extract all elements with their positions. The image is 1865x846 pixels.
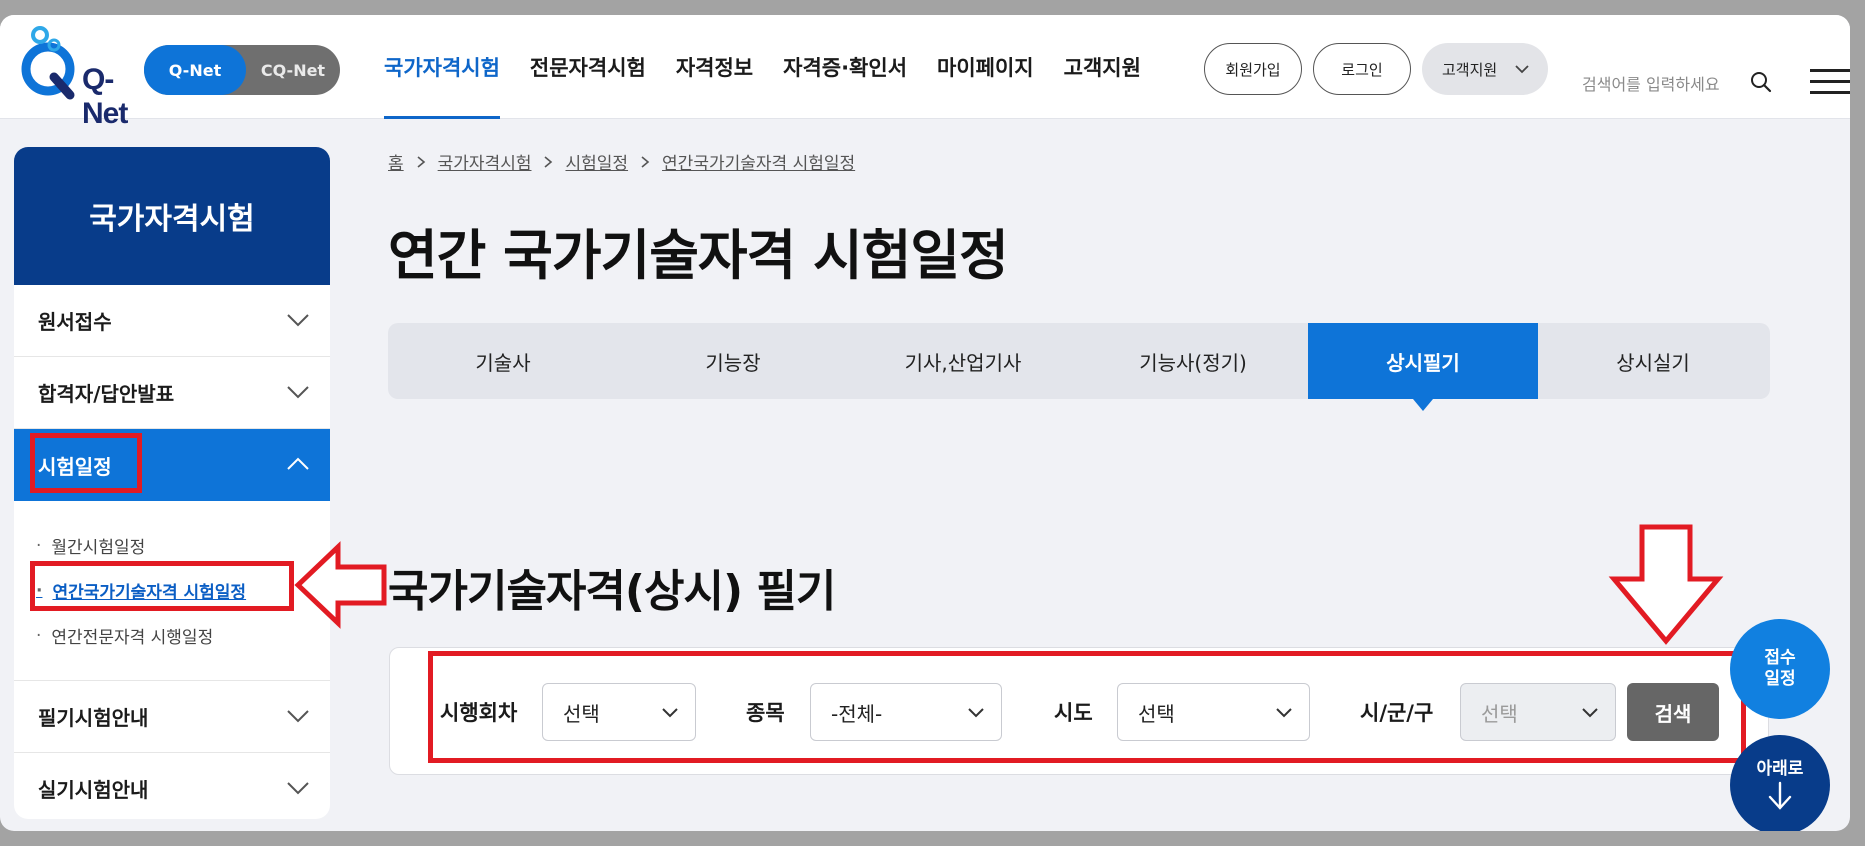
down-arrow-annotation-icon [1608, 524, 1724, 645]
search-input[interactable]: 검색어를 입력하세요 [1582, 71, 1720, 95]
floating-label: 일정 [1764, 669, 1796, 689]
page-title: 연간 국가기술자격 시험일정 [388, 224, 1009, 287]
breadcrumb: 홈 국가자격시험 시험일정 연간국가기술자격 시험일정 [388, 149, 855, 174]
gnb-national-exam[interactable]: 국가자격시험 [384, 15, 500, 119]
sidebar-title: 국가자격시험 [14, 147, 330, 285]
hamburger-menu-icon[interactable] [1810, 67, 1850, 97]
sidebar-item-label: 필기시험안내 [38, 706, 149, 730]
gnb-qualification-info[interactable]: 자격정보 [676, 15, 753, 119]
support-dropdown-label: 고객지원 [1442, 60, 1498, 79]
bullet-dot: · [36, 535, 42, 556]
logo-text: Q-Net [82, 63, 128, 130]
filter-highlight-box [428, 651, 1746, 763]
chevron-down-icon [1515, 65, 1529, 74]
chevron-right-icon [417, 155, 425, 168]
tab-master-craftsman[interactable]: 기능장 [618, 323, 848, 399]
chevron-up-icon [287, 457, 309, 470]
qnet-logo-icon [21, 26, 75, 100]
support-dropdown[interactable]: 고객지원 [1422, 43, 1548, 95]
tab-craftsman-regular[interactable]: 기능사(정기) [1078, 323, 1308, 399]
chevron-down-icon [287, 386, 309, 399]
tab-professional-engineer[interactable]: 기술사 [388, 323, 618, 399]
site-toggle[interactable]: Q-Net CQ-Net [144, 45, 340, 95]
site-header: Q-Net Q-Net CQ-Net 국가자격시험 전문자격시험 자격정보 자격… [0, 15, 1850, 130]
breadcrumb-current[interactable]: 연간국가기술자격 시험일정 [662, 149, 855, 174]
tab-engineer-industrial[interactable]: 기사,산업기사 [848, 323, 1078, 399]
sidebar-item-written-guide[interactable]: 필기시험안내 [14, 681, 330, 753]
chevron-right-icon [641, 155, 650, 168]
left-arrow-annotation-icon [294, 541, 387, 629]
submenu-label: 월간시험일정 [51, 538, 146, 558]
sidebar-item-label: 합격자/답안발표 [38, 382, 175, 406]
signup-button[interactable]: 회원가입 [1204, 43, 1302, 95]
arrow-down-icon [1768, 781, 1792, 810]
submenu-label: 연간전문자격 시행일정 [51, 628, 214, 648]
application-schedule-floating-button[interactable]: 접수 일정 [1730, 619, 1830, 719]
login-button[interactable]: 로그인 [1313, 43, 1411, 95]
chevron-down-icon [287, 710, 309, 723]
breadcrumb-exam-schedule[interactable]: 시험일정 [565, 149, 628, 174]
submenu-annual-professional-schedule[interactable]: · 연간전문자격 시행일정 [36, 613, 330, 658]
sidebar-item-results[interactable]: 합격자/답안발표 [14, 357, 330, 429]
breadcrumb-home[interactable]: 홈 [388, 149, 404, 174]
search-icon[interactable] [1749, 70, 1773, 94]
bullet-dot: · [36, 625, 42, 646]
chevron-right-icon [544, 155, 553, 168]
gnb-professional-exam[interactable]: 전문자격시험 [530, 15, 646, 119]
section-title: 국가기술자격(상시) 필기 [388, 566, 836, 617]
chevron-down-icon [287, 314, 309, 327]
gnb-mypage[interactable]: 마이페이지 [937, 15, 1034, 119]
sidebar-item-label: 원서접수 [38, 310, 112, 334]
breadcrumb-national-exam[interactable]: 국가자격시험 [438, 149, 532, 174]
submenu-highlight-box [30, 561, 294, 611]
floating-label: 아래로 [1756, 759, 1804, 780]
floating-label: 접수 [1764, 647, 1796, 668]
exam-type-tabs: 기술사 기능장 기사,산업기사 기능사(정기) 상시필기 상시실기 [388, 323, 1770, 411]
gnb-certificate[interactable]: 자격증·확인서 [783, 15, 907, 119]
cqnet-toggle-button[interactable]: CQ-Net [246, 45, 340, 95]
sidebar-item-practical-guide[interactable]: 실기시험안내 [14, 753, 330, 819]
sidebar-item-label: 실기시험안내 [38, 778, 149, 802]
global-nav: 국가자격시험 전문자격시험 자격정보 자격증·확인서 마이페이지 고객지원 [384, 15, 1141, 119]
qnet-logo[interactable]: Q-Net [14, 23, 134, 130]
tab-ongoing-written[interactable]: 상시필기 [1308, 323, 1538, 411]
browser-frame: Q-Net Q-Net CQ-Net 국가자격시험 전문자격시험 자격정보 자격… [0, 15, 1850, 831]
scroll-down-floating-button[interactable]: 아래로 [1730, 735, 1830, 831]
tab-ongoing-practical[interactable]: 상시실기 [1538, 323, 1768, 399]
gnb-support[interactable]: 고객지원 [1064, 15, 1141, 119]
chevron-down-icon [287, 782, 309, 795]
exam-schedule-highlight-box [30, 433, 142, 493]
qnet-toggle-button[interactable]: Q-Net [144, 45, 246, 95]
sidebar-item-application[interactable]: 원서접수 [14, 285, 330, 357]
